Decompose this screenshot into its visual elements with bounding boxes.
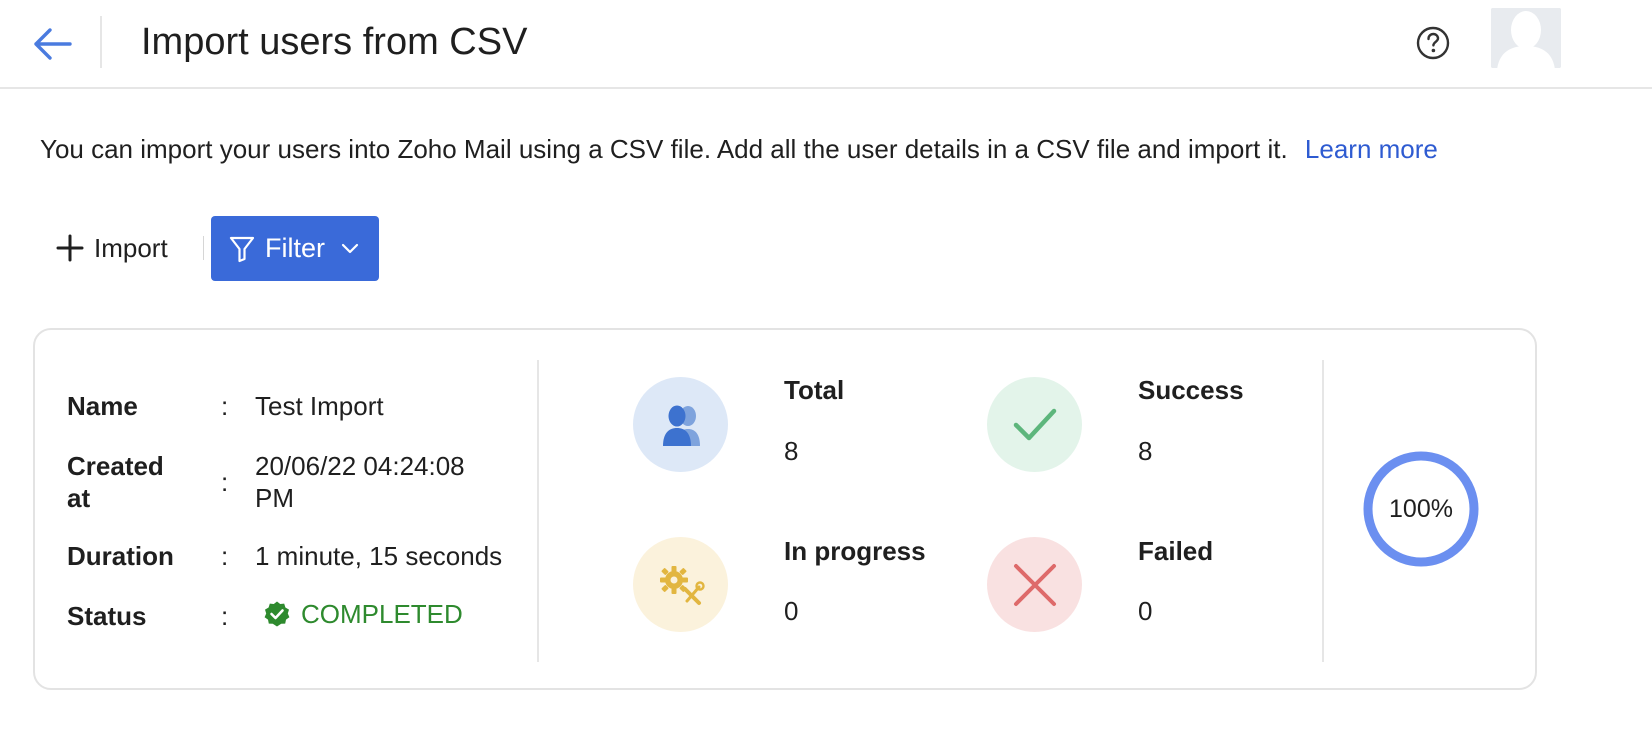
card-divider-left xyxy=(537,360,539,662)
in-progress-value: 0 xyxy=(784,596,799,626)
intro-text: You can import your users into Zoho Mail… xyxy=(40,132,1438,166)
import-button-label: Import xyxy=(94,232,168,263)
verified-badge-icon xyxy=(264,601,290,627)
duration-colon: : xyxy=(221,541,229,571)
toolbar-divider xyxy=(203,236,204,260)
users-icon xyxy=(662,405,700,446)
status-label: Status xyxy=(67,601,147,631)
created-at-value: 20/06/22 04:24:08 PM xyxy=(255,451,465,513)
status-value: COMPLETED xyxy=(301,599,463,629)
gears-tools-icon xyxy=(659,565,705,605)
check-icon xyxy=(1013,408,1056,440)
success-value: 8 xyxy=(1138,436,1153,466)
name-colon: : xyxy=(221,391,229,421)
failed-icon-circle xyxy=(987,537,1082,632)
arrow-left-icon xyxy=(34,28,72,60)
in-progress-icon-circle xyxy=(633,537,728,632)
funnel-icon xyxy=(229,236,255,262)
created-at-label: Created at xyxy=(67,451,164,513)
success-icon-circle xyxy=(987,377,1082,472)
page-title: Import users from CSV xyxy=(141,21,528,63)
page-header: Import users from CSV xyxy=(0,0,1652,89)
avatar[interactable] xyxy=(1491,8,1561,68)
total-icon-circle xyxy=(633,377,728,472)
failed-label: Failed xyxy=(1138,536,1214,566)
filter-button[interactable]: Filter xyxy=(211,216,379,281)
in-progress-label: In progress xyxy=(784,536,926,566)
name-label: Name xyxy=(67,391,138,421)
header-divider xyxy=(100,16,102,68)
help-button[interactable] xyxy=(1414,24,1452,62)
duration-label: Duration xyxy=(67,541,174,571)
status-badge: COMPLETED xyxy=(263,598,463,630)
card-divider-right xyxy=(1322,360,1324,662)
cross-icon xyxy=(1013,563,1056,606)
filter-button-label: Filter xyxy=(265,233,325,263)
import-record-card[interactable]: Name : Test Import Created at : 20/06/22… xyxy=(33,328,1537,690)
back-button[interactable] xyxy=(28,20,76,68)
duration-value: 1 minute, 15 seconds xyxy=(255,541,503,571)
question-circle-icon xyxy=(1416,26,1450,60)
name-value: Test Import xyxy=(255,391,384,421)
user-silhouette-icon xyxy=(1491,8,1561,68)
learn-more-link[interactable]: Learn more xyxy=(1305,134,1438,164)
total-value: 8 xyxy=(784,436,799,466)
failed-value: 0 xyxy=(1138,596,1153,626)
success-label: Success xyxy=(1138,375,1244,405)
intro-description: You can import your users into Zoho Mail… xyxy=(40,134,1288,164)
status-colon: : xyxy=(221,601,229,631)
total-label: Total xyxy=(784,375,845,405)
plus-icon xyxy=(56,234,84,262)
import-button[interactable]: Import xyxy=(44,216,180,280)
progress-percent: 100% xyxy=(1389,494,1453,523)
created-at-colon: : xyxy=(221,467,229,497)
chevron-down-icon xyxy=(341,243,359,255)
progress-ring: 100% xyxy=(1362,450,1480,568)
